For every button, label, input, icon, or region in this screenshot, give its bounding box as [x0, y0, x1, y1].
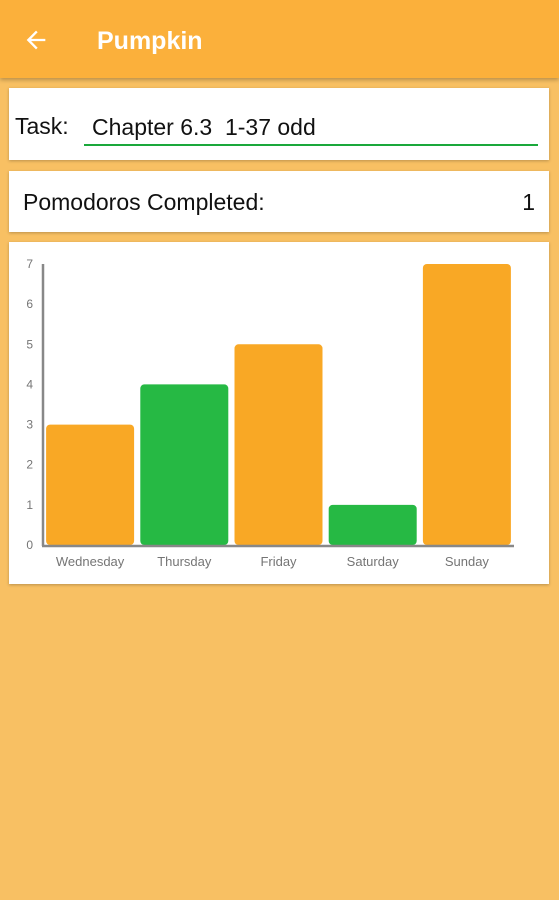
bar-sunday	[422, 264, 511, 545]
y-tick-label: 7	[26, 257, 33, 271]
back-button[interactable]	[18, 22, 54, 58]
y-tick-label: 5	[26, 337, 33, 351]
task-label: Task:	[15, 113, 69, 139]
task-input[interactable]	[84, 108, 538, 146]
y-tick-label: 3	[26, 418, 33, 432]
y-tick-label: 2	[26, 458, 33, 472]
app-bar: Pumpkin	[0, 0, 559, 78]
y-tick-label: 6	[26, 297, 33, 311]
bar-thursday	[140, 384, 229, 545]
chart-card: 0 1 2 3 4 5 6 7 Wednesday Thursday Friday Saturday S…	[9, 242, 549, 584]
pomodoros-card: Pomodoros Completed: 1	[9, 171, 549, 232]
bar-chart: 0 1 2 3 4 5 6 7 Wednesday Thursday Friday Saturday S…	[26, 257, 514, 569]
x-tick-label: Thursday	[157, 554, 212, 569]
pomodoros-count: 1	[522, 189, 535, 215]
x-tick-label: Sunday	[445, 554, 490, 569]
y-tick-label: 4	[26, 377, 33, 391]
x-tick-label: Wednesday	[56, 554, 125, 569]
arrow-left-icon	[26, 30, 46, 50]
x-tick-label: Friday	[260, 554, 297, 569]
x-tick-label: Saturday	[347, 554, 400, 569]
bar-friday	[234, 344, 323, 545]
y-tick-label: 1	[26, 498, 33, 512]
task-card: Task:	[9, 88, 549, 160]
pomodoros-label: Pomodoros Completed:	[23, 189, 265, 215]
app-title: Pumpkin	[97, 27, 203, 55]
bar-wednesday	[46, 424, 135, 545]
y-tick-label: 0	[26, 538, 33, 552]
bar-saturday	[328, 504, 417, 545]
